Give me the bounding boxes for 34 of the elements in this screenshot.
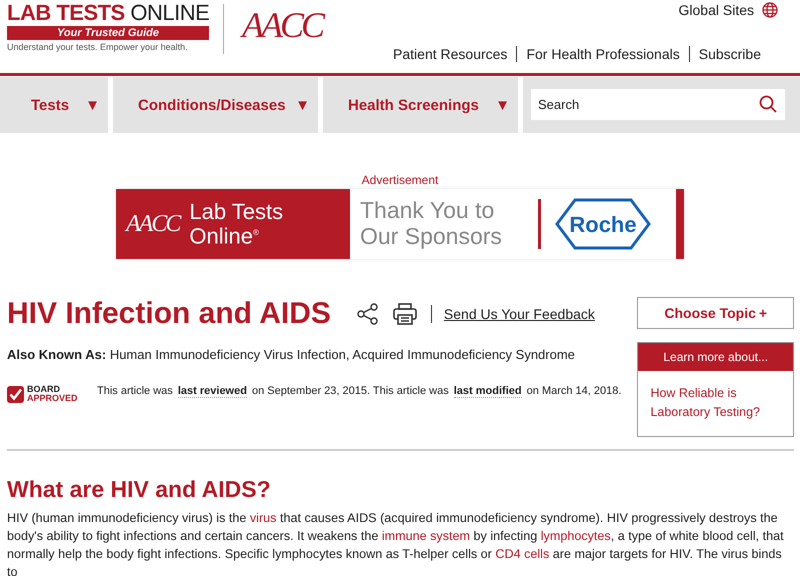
logo-ribbon: Your Trusted Guide bbox=[7, 26, 209, 40]
choose-topic-button[interactable]: Choose Topic + bbox=[637, 297, 794, 329]
top-link[interactable]: For Health Professionals bbox=[516, 46, 689, 62]
review-info: This article was last reviewed on September 23, 2015. This article was last modified on March 14, 2018. bbox=[97, 385, 622, 397]
term-link[interactable]: immune system bbox=[382, 529, 470, 543]
share-icon[interactable] bbox=[356, 303, 379, 325]
top-link[interactable]: Subscribe bbox=[688, 46, 770, 62]
banner-message: Thank You to Our Sponsors bbox=[359, 196, 503, 251]
ad-label: Advertisement bbox=[362, 173, 438, 187]
also-known-as: Also Known As: Human Immunodeficiency Virus Infection, Acquired Immunodeficiency Syndrome bbox=[7, 347, 576, 362]
panel-header: Learn more about... bbox=[638, 343, 793, 371]
top-link[interactable]: Patient Resources bbox=[384, 46, 516, 62]
feedback-link[interactable]: Send Us Your Feedback bbox=[444, 306, 595, 322]
article-paragraph: HIV (human immunodeficiency virus) is the virus that causes AIDS (acquired immunodeficiency syndrome). HIV progressively destroys the body's ability to fight infections and certain cancers. It weakens the immune system by infecting lymphocytes, a type of white blood cell, that normally help the body fight infections. Specific lymphocytes known as T-helper cells or CD4 cells are major targets for HIV. The virus binds to bbox=[7, 510, 785, 576]
sponsor-logo: Roche bbox=[555, 198, 651, 250]
printer-icon[interactable] bbox=[392, 303, 417, 325]
globe-icon[interactable] bbox=[762, 2, 778, 18]
term-link[interactable]: CD4 cells bbox=[495, 547, 550, 561]
term-link[interactable]: virus bbox=[250, 511, 276, 525]
banner-stripe bbox=[676, 189, 684, 259]
search-icon[interactable] bbox=[759, 95, 777, 113]
related-link[interactable]: How Reliable is Laboratory Testing? bbox=[650, 384, 781, 422]
banner-brand: Lab Tests Online$^{®}$ bbox=[189, 201, 284, 247]
logo-title: LAB TESTS ONLINE bbox=[7, 2, 209, 24]
board-approved-badge: BOARD APPROVED bbox=[7, 385, 97, 403]
page-title: HIV Infection and AIDS bbox=[7, 297, 331, 331]
site-logo[interactable]: LAB TESTS ONLINE Your Trusted Guide Understand your tests. Empower your health. bbox=[0, 0, 209, 73]
partner-logo[interactable]: AACC bbox=[242, 4, 322, 44]
global-sites-link[interactable]: Global Sites bbox=[678, 2, 754, 18]
banner-partner-logo: AACC bbox=[126, 210, 180, 238]
logo-tagline: Understand your tests. Empower your health. bbox=[7, 42, 189, 52]
search-field[interactable]: Search bbox=[531, 89, 785, 120]
term-link[interactable]: lymphocytes bbox=[540, 529, 611, 543]
section-heading: What are HIV and AIDS? bbox=[7, 475, 272, 503]
